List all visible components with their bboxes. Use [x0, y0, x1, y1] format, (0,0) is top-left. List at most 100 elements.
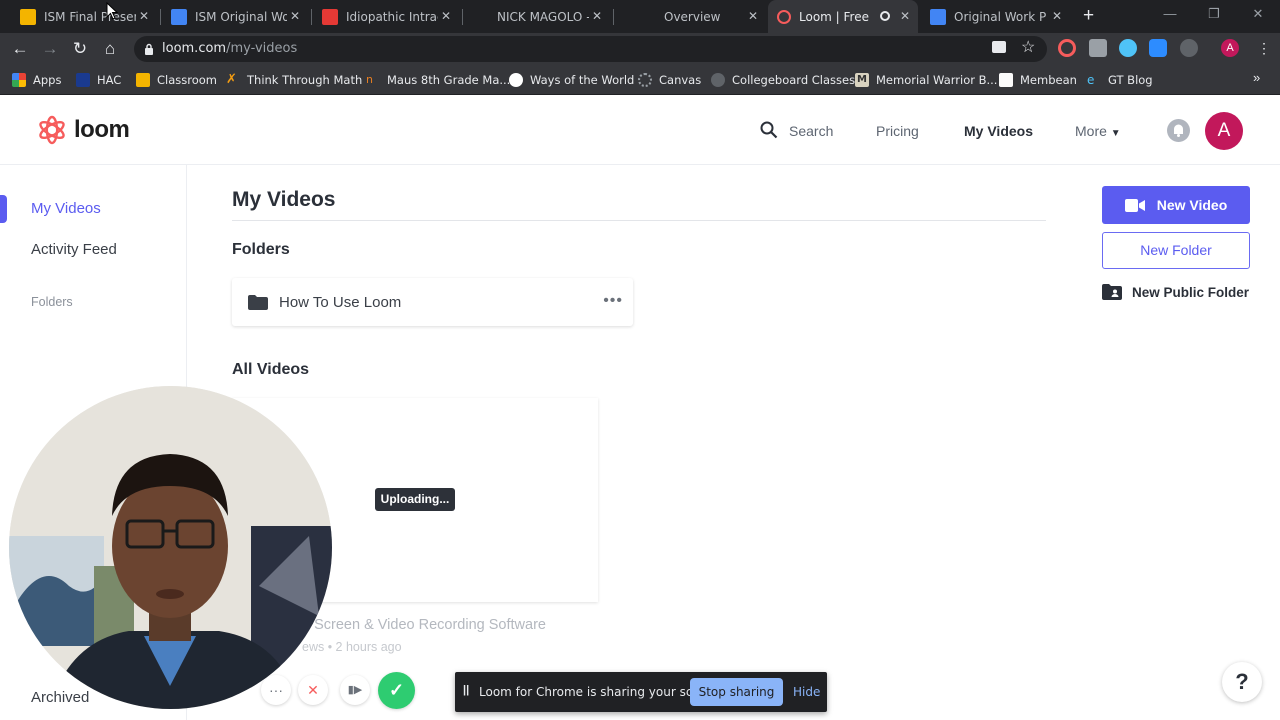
my-videos-link[interactable]: My Videos [964, 123, 1033, 139]
forward-icon[interactable]: → [38, 38, 62, 60]
bookmark-ways-of-the-world[interactable]: Ways of the World [509, 72, 634, 88]
bookmark-hac[interactable]: HAC [76, 72, 121, 88]
bookmark-collegeboard[interactable]: Collegeboard Classes [711, 72, 855, 88]
back-icon[interactable]: ← [8, 38, 32, 60]
bookmark-membean[interactable]: Membean [999, 72, 1077, 88]
camera-icon[interactable] [992, 41, 1006, 53]
tab-title: NICK MAGOLO - I [497, 9, 589, 24]
public-folder-icon [1102, 284, 1122, 300]
url-field[interactable]: loom.com/my-videos [134, 36, 1047, 62]
close-icon[interactable]: ✕ [139, 9, 149, 23]
recording-indicator-icon [880, 11, 890, 21]
sidebar-folders-label: Folders [31, 295, 73, 309]
record-extension-icon[interactable] [1180, 39, 1198, 57]
more-menu[interactable]: More ▼ [1075, 123, 1121, 139]
new-tab-button[interactable]: + [1083, 5, 1094, 27]
webcam-bubble[interactable] [9, 386, 332, 709]
help-button[interactable]: ? [1222, 662, 1262, 702]
tab-title: Overview [664, 9, 721, 24]
tab-ism-original[interactable]: ISM Original Work ✕ [163, 0, 308, 33]
share-message: Loom for Chrome is sharing your screen. [479, 685, 724, 699]
minimize-icon[interactable]: — [1148, 0, 1192, 28]
pause-recording-button[interactable]: ▮▶ [340, 675, 370, 705]
bookmarks-overflow-icon[interactable]: » [1253, 70, 1260, 85]
stop-sharing-button[interactable]: Stop sharing [690, 678, 783, 706]
sidebar-item-archived[interactable]: Archived [31, 689, 89, 706]
bookmark-maus[interactable]: n Maus 8th Grade Ma... [366, 72, 510, 88]
bookmark-gt-blog[interactable]: e GT Blog [1087, 72, 1153, 88]
tab-idiopathic[interactable]: Idiopathic Intracranial ✕ [314, 0, 459, 33]
hide-button[interactable]: Hide [793, 685, 820, 699]
window-close-icon[interactable]: ✕ [1236, 0, 1280, 28]
restore-icon[interactable]: ❐ [1192, 0, 1236, 28]
tab-original-work[interactable]: Original Work Pro ✕ [922, 0, 1070, 33]
close-icon[interactable]: ✕ [748, 9, 758, 23]
close-icon[interactable]: ✕ [441, 9, 451, 23]
star-icon[interactable]: ☆ [1021, 37, 1035, 57]
more-options-icon[interactable]: ••• [603, 292, 623, 310]
caret-down-icon: ▼ [1110, 128, 1121, 139]
slides-icon [20, 8, 36, 25]
new-public-folder-button[interactable]: New Public Folder [1102, 282, 1249, 302]
ttm-icon: ✗ [226, 72, 237, 87]
close-icon[interactable]: ✕ [290, 9, 300, 23]
close-icon[interactable]: ✕ [1052, 9, 1062, 23]
sidebar-item-my-videos[interactable]: My Videos [31, 200, 101, 217]
loom-logo[interactable]: loom [36, 114, 130, 146]
uploading-badge: Uploading... [375, 488, 455, 511]
sidebar-item-activity-feed[interactable]: Activity Feed [31, 241, 117, 258]
bookmark-apps[interactable]: Apps [12, 72, 61, 88]
bookmark-think-through-math[interactable]: ✗ Think Through Math [226, 72, 362, 88]
loom-extension-icon[interactable] [1058, 39, 1076, 57]
pricing-link[interactable]: Pricing [876, 123, 919, 139]
search-icon[interactable] [760, 121, 778, 144]
tab-ism-final[interactable]: ISM Final Presentation ✕ [12, 0, 157, 33]
all-videos-heading: All Videos [232, 361, 310, 378]
finish-recording-button[interactable]: ✓ [378, 672, 415, 709]
close-icon[interactable]: ✕ [592, 9, 602, 23]
video-title[interactable]: e Screen & Video Recording Software [302, 617, 546, 633]
bookmark-canvas[interactable]: Canvas [638, 72, 701, 88]
bell-icon[interactable] [1167, 119, 1190, 142]
lock-icon [145, 43, 153, 55]
zoom-extension-icon[interactable] [1149, 39, 1167, 57]
collegeboard-icon [711, 73, 725, 87]
more-controls-button[interactable]: ··· [261, 675, 291, 705]
apps-icon [12, 73, 26, 87]
tab-nick-magolo[interactable]: NICK MAGOLO - I ✕ [465, 0, 610, 33]
new-folder-button[interactable]: New Folder [1102, 232, 1250, 269]
reload-icon[interactable]: ↻ [68, 38, 92, 60]
home-icon[interactable]: ⌂ [98, 38, 122, 60]
blank-icon [473, 9, 489, 25]
bookmark-classroom[interactable]: Classroom [136, 72, 217, 88]
image-icon [322, 8, 338, 25]
folder-card[interactable]: How To Use Loom ••• [232, 278, 633, 326]
tab-title: ISM Final Presentation [44, 9, 136, 24]
maus-icon: n [366, 73, 373, 86]
bookmark-label: Classroom [157, 73, 218, 87]
classroom-icon [136, 73, 150, 87]
l-extension-icon[interactable] [1089, 39, 1107, 57]
globe-extension-icon[interactable] [1119, 39, 1137, 57]
user-avatar[interactable]: A [1205, 112, 1243, 150]
bookmarks-bar: Apps HAC Classroom ✗ Think Through Math … [0, 65, 1280, 95]
bookmark-label: Think Through Math [247, 73, 363, 87]
tab-title: Original Work Pro [954, 9, 1046, 24]
loom-logo-icon [39, 115, 65, 145]
docs-icon [171, 8, 187, 25]
cancel-recording-button[interactable]: ✕ [298, 675, 328, 705]
url-path: /my-videos [226, 41, 298, 56]
screen-share-bar: || Loom for Chrome is sharing your scree… [455, 672, 827, 712]
bookmark-memorial-warrior[interactable]: M Memorial Warrior B... [855, 72, 997, 88]
new-video-button[interactable]: New Video [1102, 186, 1250, 224]
bookmark-label: HAC [97, 73, 122, 87]
close-icon[interactable]: ✕ [900, 9, 910, 23]
tab-overview[interactable]: Overview ✕ [616, 0, 766, 33]
folder-name: How To Use Loom [279, 294, 402, 311]
new-video-label: New Video [1156, 197, 1228, 213]
menu-icon[interactable]: ⋮ [1257, 40, 1271, 57]
tab-loom[interactable]: Loom | Free Sc ✕ [768, 0, 918, 33]
tab-title: ISM Original Work [195, 9, 287, 24]
profile-avatar[interactable]: A [1221, 39, 1239, 57]
search-link[interactable]: Search [789, 123, 833, 139]
